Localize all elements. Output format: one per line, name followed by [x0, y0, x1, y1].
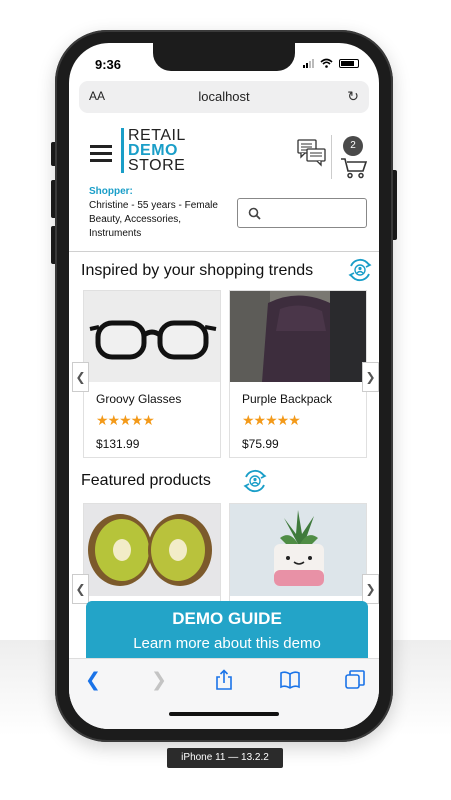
- search-icon: [248, 207, 261, 220]
- chevron-right-icon: ❯: [365, 582, 376, 596]
- backpack-image: [230, 291, 366, 382]
- carousel-prev-button[interactable]: ❮: [72, 362, 89, 392]
- header-divider: [331, 135, 332, 179]
- home-indicator: [169, 712, 279, 716]
- chevron-left-icon: ❮: [75, 582, 86, 596]
- personalize-cycle-icon[interactable]: [241, 467, 269, 495]
- forward-button[interactable]: ❯: [151, 669, 167, 692]
- wifi-icon: [320, 58, 333, 68]
- succulent-image: [230, 504, 366, 596]
- product-price: $131.99: [96, 437, 140, 451]
- demo-guide-banner[interactable]: DEMO GUIDE Learn more about this demo: [86, 601, 368, 665]
- notch: [153, 43, 295, 71]
- cart-count-badge: 2: [343, 136, 363, 156]
- product-card-kiwi[interactable]: [83, 503, 221, 603]
- book-icon[interactable]: [280, 671, 300, 689]
- logo-line2: DEMO: [128, 142, 178, 159]
- browser-toolbar: ❮ ❯: [69, 658, 379, 729]
- demo-guide-title: DEMO GUIDE: [172, 609, 282, 628]
- logo-line1: RETAIL: [128, 127, 186, 144]
- chat-icon[interactable]: [297, 139, 327, 167]
- url-text[interactable]: localhost: [79, 89, 369, 104]
- product-card-groovy-glasses[interactable]: Groovy Glasses ★★★★★ $131.99: [83, 290, 221, 458]
- product-image-glasses[interactable]: [84, 291, 220, 382]
- demo-guide-subtitle: Learn more about this demo: [133, 635, 321, 652]
- tabs-icon[interactable]: [345, 670, 365, 690]
- featured-section-title: Featured products: [81, 472, 211, 489]
- carousel-next-button[interactable]: ❯: [362, 362, 379, 392]
- personalize-cycle-icon[interactable]: [346, 256, 374, 284]
- carousel-prev-button[interactable]: ❮: [72, 574, 89, 604]
- chevron-left-icon: ❮: [75, 370, 86, 384]
- product-image-succulent[interactable]: [230, 504, 366, 596]
- share-icon[interactable]: [215, 669, 233, 691]
- product-image-kiwi[interactable]: [84, 504, 220, 596]
- status-time: 9:36: [95, 57, 122, 72]
- back-button[interactable]: ❮: [85, 669, 101, 692]
- logo-line3: STORE: [128, 157, 186, 174]
- carousel-next-button[interactable]: ❯: [362, 574, 379, 604]
- product-name[interactable]: Purple Backpack: [242, 392, 366, 406]
- trends-section-title: Inspired by your shopping trends: [81, 262, 314, 279]
- search-input[interactable]: [237, 198, 367, 228]
- product-name[interactable]: Groovy Glasses: [96, 392, 220, 406]
- star-rating: ★★★★★: [242, 412, 301, 428]
- url-bar[interactable]: AA localhost ↻: [79, 81, 369, 113]
- reload-icon[interactable]: ↻: [347, 88, 359, 105]
- store-logo[interactable]: RETAIL DEMO STORE: [121, 127, 186, 174]
- store-header: RETAIL DEMO STORE 2 Shopper: Christine -…: [69, 121, 379, 252]
- product-card-succulent[interactable]: [229, 503, 367, 603]
- hamburger-icon[interactable]: [90, 145, 112, 166]
- star-rating: ★★★★★: [96, 412, 155, 428]
- cart-icon[interactable]: [340, 157, 368, 179]
- product-price: $75.99: [242, 437, 279, 451]
- shopper-details: Christine - 55 years - Female Beauty, Ac…: [89, 200, 218, 239]
- product-image-backpack[interactable]: [230, 291, 366, 382]
- battery-icon: [339, 58, 359, 68]
- shopper-label: Shopper:: [89, 186, 133, 197]
- product-card-purple-backpack[interactable]: Purple Backpack ★★★★★ $75.99: [229, 290, 367, 458]
- glasses-image: [89, 320, 217, 360]
- chevron-right-icon: ❯: [365, 370, 376, 384]
- kiwi-image: [84, 504, 220, 596]
- status-icons: [303, 58, 359, 68]
- device-label: iPhone 11 — 13.2.2: [167, 748, 283, 768]
- phone-screen: 9:36 AA localhost ↻ RETAIL DEMO STORE 2 …: [69, 43, 379, 729]
- shopper-info[interactable]: Shopper: Christine - 55 years - Female B…: [89, 185, 234, 241]
- signal-icon: [303, 58, 314, 68]
